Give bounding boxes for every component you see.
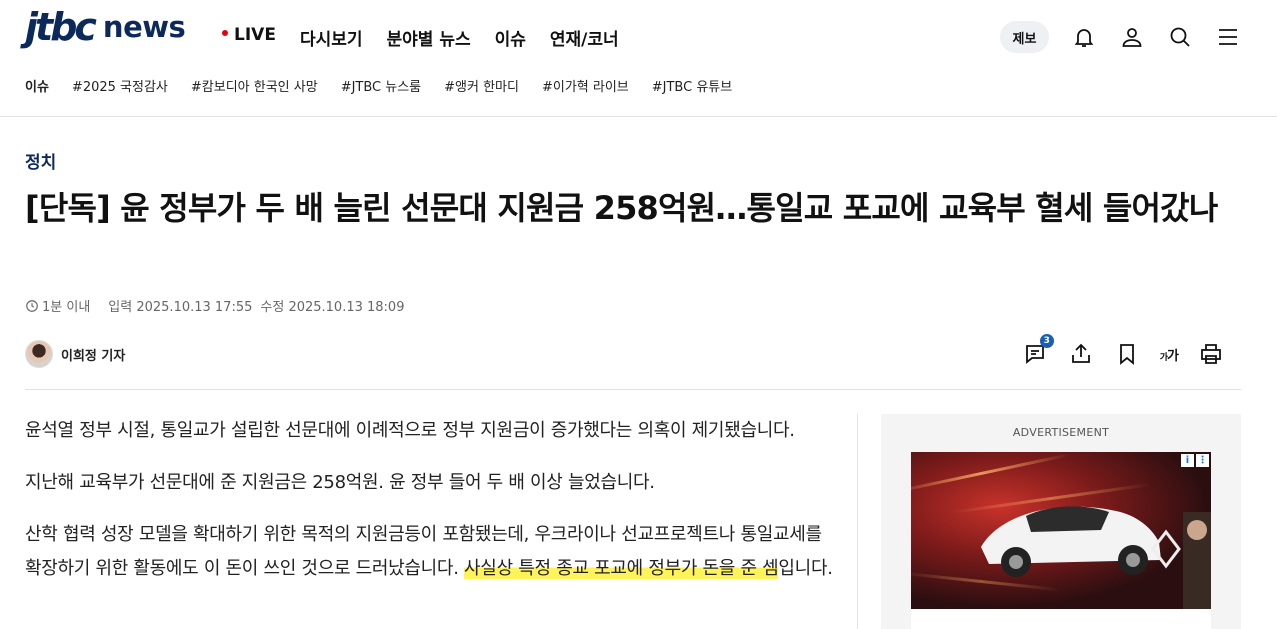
article-paragraph: 지난해 교육부가 선문대에 준 지원금은 258억원. 윤 정부 들어 두 배 …	[25, 472, 655, 493]
nav-item-replay[interactable]: 다시보기	[300, 25, 363, 50]
paragraph-text: 입니다.	[778, 558, 833, 579]
read-time: 1분 이내	[25, 296, 90, 315]
comment-count-badge: 3	[1039, 334, 1054, 348]
article-paragraph: 산학 협력 성장 모델을 확대하기 위한 목적의 지원금등이 포함됐는데, 우크…	[25, 518, 835, 586]
article-head-divider	[25, 389, 1241, 390]
nav-item-sections[interactable]: 분야별 뉴스	[387, 25, 471, 50]
nav-item-issue[interactable]: 이슈	[495, 25, 526, 50]
reporter-avatar	[25, 340, 53, 368]
comment-button[interactable]: 3	[1022, 334, 1054, 367]
nav-item-series[interactable]: 연재/코너	[550, 25, 619, 50]
logo-brand: jtbc	[25, 5, 97, 49]
updated-time: 수정 2025.10.13 18:09	[260, 300, 405, 315]
read-time-label: 1분 이내	[42, 300, 91, 315]
bell-icon[interactable]	[1071, 24, 1097, 50]
live-dot-icon	[222, 30, 228, 36]
reporter-byline[interactable]: 이희정 기자	[25, 340, 125, 368]
article-body: 윤석열 정부 시절, 통일교가 설립한 선문대에 이례적으로 정부 지원금이 증…	[25, 414, 835, 604]
issue-tag[interactable]: #앵커 한마디	[444, 76, 519, 95]
menu-icon[interactable]	[1215, 24, 1241, 50]
car-illustration	[981, 506, 1211, 609]
tagbar-title: 이슈	[25, 80, 49, 95]
issue-tag[interactable]: #이가혁 라이브	[542, 76, 629, 95]
article-headline: [단독] 윤 정부가 두 배 늘린 선문대 지원금 258억원…통일교 포교에 …	[25, 189, 1218, 227]
reporter-name: 이희정 기자	[61, 348, 126, 364]
car-advertisement[interactable]: i ⋮	[911, 452, 1211, 609]
jtbc-news-logo[interactable]: jtbc news	[25, 5, 186, 49]
bookmark-icon[interactable]	[1114, 341, 1140, 367]
clock-icon	[26, 299, 38, 312]
article-paragraph: 윤석열 정부 시절, 통일교가 설립한 선문대에 이례적으로 정부 지원금이 증…	[25, 420, 795, 441]
highlighted-text: 사실상 특정 종교 포교에 정부가 돈을 준 셈	[464, 558, 779, 579]
article-section[interactable]: 정치	[25, 148, 56, 173]
ad-caption-area	[911, 609, 1211, 629]
print-icon[interactable]	[1198, 341, 1224, 367]
search-icon[interactable]	[1167, 24, 1193, 50]
report-button[interactable]: 제보	[1000, 21, 1049, 53]
ad-badges: i ⋮	[1181, 454, 1209, 467]
issue-tag[interactable]: #2025 국정감사	[72, 76, 168, 95]
nav-item-label: LIVE	[234, 25, 276, 45]
published-time: 입력 2025.10.13 17:55	[108, 300, 253, 315]
issue-tag-bar: 이슈 #2025 국정감사 #캄보디아 한국인 사망 #JTBC 뉴스룸 #앵커…	[25, 76, 732, 95]
article-tools: 3 가가	[1022, 334, 1224, 367]
site-header: jtbc news LIVE 다시보기 분야별 뉴스 이슈 연재/코너 제보	[0, 0, 1277, 74]
ad-label: ADVERTISEMENT	[1012, 426, 1110, 439]
header-tools: 제보	[1000, 21, 1241, 53]
share-icon[interactable]	[1068, 341, 1094, 367]
column-divider	[857, 414, 858, 629]
issue-tag[interactable]: #캄보디아 한국인 사망	[191, 76, 318, 95]
ad-info-icon[interactable]: i	[1181, 454, 1194, 467]
logo-news: news	[102, 10, 186, 44]
issue-tag[interactable]: #JTBC 뉴스룸	[341, 76, 421, 95]
header-divider	[0, 116, 1277, 117]
article-meta: 1분 이내 입력 2025.10.13 17:55 수정 2025.10.13 …	[25, 296, 404, 315]
font-size-large: 가	[1167, 348, 1179, 364]
advertisement-panel: ADVERTISEMENT i ⋮	[881, 414, 1241, 629]
font-size-small: 가	[1159, 352, 1168, 363]
font-size-button[interactable]: 가가	[1159, 345, 1179, 364]
nav-item-live[interactable]: LIVE	[222, 25, 276, 50]
ad-menu-icon[interactable]: ⋮	[1196, 454, 1209, 467]
main-nav: LIVE 다시보기 분야별 뉴스 이슈 연재/코너	[222, 25, 619, 50]
issue-tag[interactable]: #JTBC 유튜브	[652, 76, 732, 95]
user-icon[interactable]	[1119, 24, 1145, 50]
